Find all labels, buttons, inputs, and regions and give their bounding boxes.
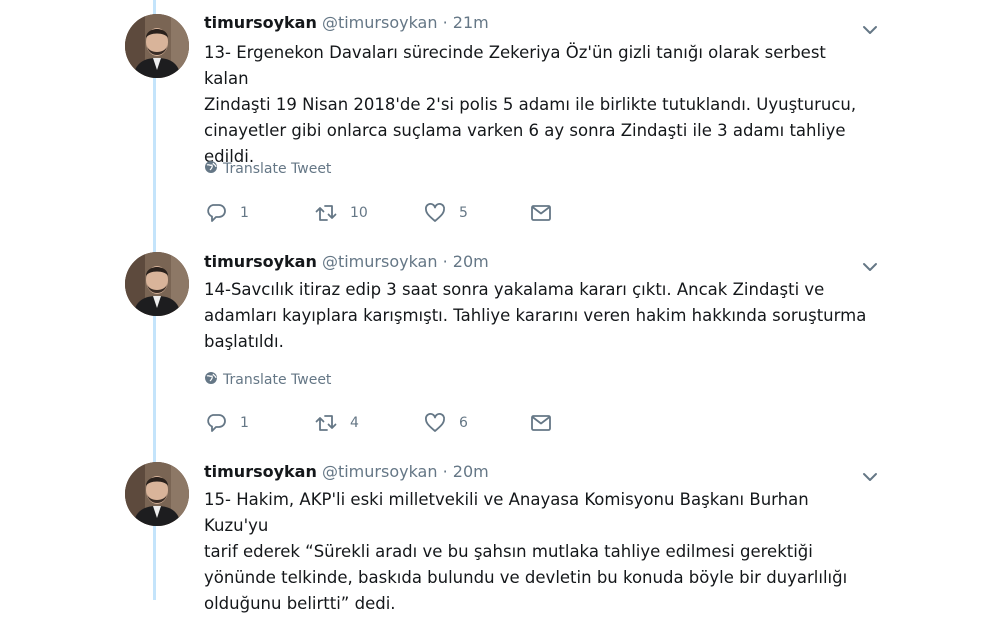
envelope-icon — [529, 201, 553, 225]
timestamp[interactable]: 21m — [453, 13, 489, 32]
retweet-count: 10 — [350, 205, 368, 221]
translate-label[interactable]: Translate Tweet — [223, 372, 331, 388]
separator-dot: · — [442, 462, 448, 481]
avatar[interactable] — [125, 252, 189, 316]
direct-message-button[interactable] — [529, 411, 553, 435]
tweet-header: timursoykan @timursoykan · 21m — [204, 12, 489, 34]
chevron-down-icon[interactable] — [858, 18, 882, 42]
separator-dot: · — [442, 13, 448, 32]
reply-icon — [204, 411, 228, 435]
like-button[interactable]: 5 — [423, 201, 468, 225]
like-count: 5 — [459, 205, 468, 221]
reply-icon — [204, 201, 228, 225]
translate-tweet-link[interactable]: Translate Tweet — [204, 371, 331, 389]
user-handle[interactable]: @timursoykan — [322, 13, 438, 32]
tweet-header: timursoykan @timursoykan · 20m — [204, 251, 489, 273]
retweet-count: 4 — [350, 415, 359, 431]
translate-label[interactable]: Translate Tweet — [223, 161, 331, 177]
user-handle[interactable]: @timursoykan — [322, 252, 438, 271]
tweet-text: 13- Ergenekon Davaları sürecinde Zekeriy… — [204, 43, 857, 166]
reply-button[interactable]: 1 — [204, 201, 249, 225]
display-name[interactable]: timursoykan — [204, 13, 317, 32]
timestamp[interactable]: 20m — [453, 462, 489, 481]
user-handle[interactable]: @timursoykan — [322, 462, 438, 481]
tweet-text: 14-Savcılık itiraz edip 3 saat sonra yak… — [204, 280, 867, 351]
retweet-button[interactable]: 10 — [314, 201, 368, 225]
separator-dot: · — [442, 252, 448, 271]
display-name[interactable]: timursoykan — [204, 252, 317, 271]
translate-tweet-link[interactable]: Translate Tweet — [204, 160, 331, 178]
retweet-icon — [314, 411, 338, 435]
reply-button[interactable]: 1 — [204, 411, 249, 435]
reply-count: 1 — [240, 415, 249, 431]
avatar[interactable] — [125, 14, 189, 78]
tweet-actions: 1 10 5 — [204, 201, 604, 225]
display-name[interactable]: timursoykan — [204, 462, 317, 481]
like-count: 6 — [459, 415, 468, 431]
timestamp[interactable]: 20m — [453, 252, 489, 271]
globe-icon — [204, 160, 218, 178]
chevron-down-icon[interactable] — [858, 255, 882, 279]
globe-icon — [204, 371, 218, 389]
retweet-button[interactable]: 4 — [314, 411, 359, 435]
like-button[interactable]: 6 — [423, 411, 468, 435]
envelope-icon — [529, 411, 553, 435]
avatar[interactable] — [125, 462, 189, 526]
heart-icon — [423, 411, 447, 435]
tweet-actions: 1 4 6 — [204, 411, 604, 435]
heart-icon — [423, 201, 447, 225]
direct-message-button[interactable] — [529, 201, 553, 225]
tweet-text: 15- Hakim, AKP'li eski milletvekili ve A… — [204, 490, 848, 613]
chevron-down-icon[interactable] — [858, 465, 882, 489]
tweet-header: timursoykan @timursoykan · 20m — [204, 461, 489, 483]
reply-count: 1 — [240, 205, 249, 221]
retweet-icon — [314, 201, 338, 225]
